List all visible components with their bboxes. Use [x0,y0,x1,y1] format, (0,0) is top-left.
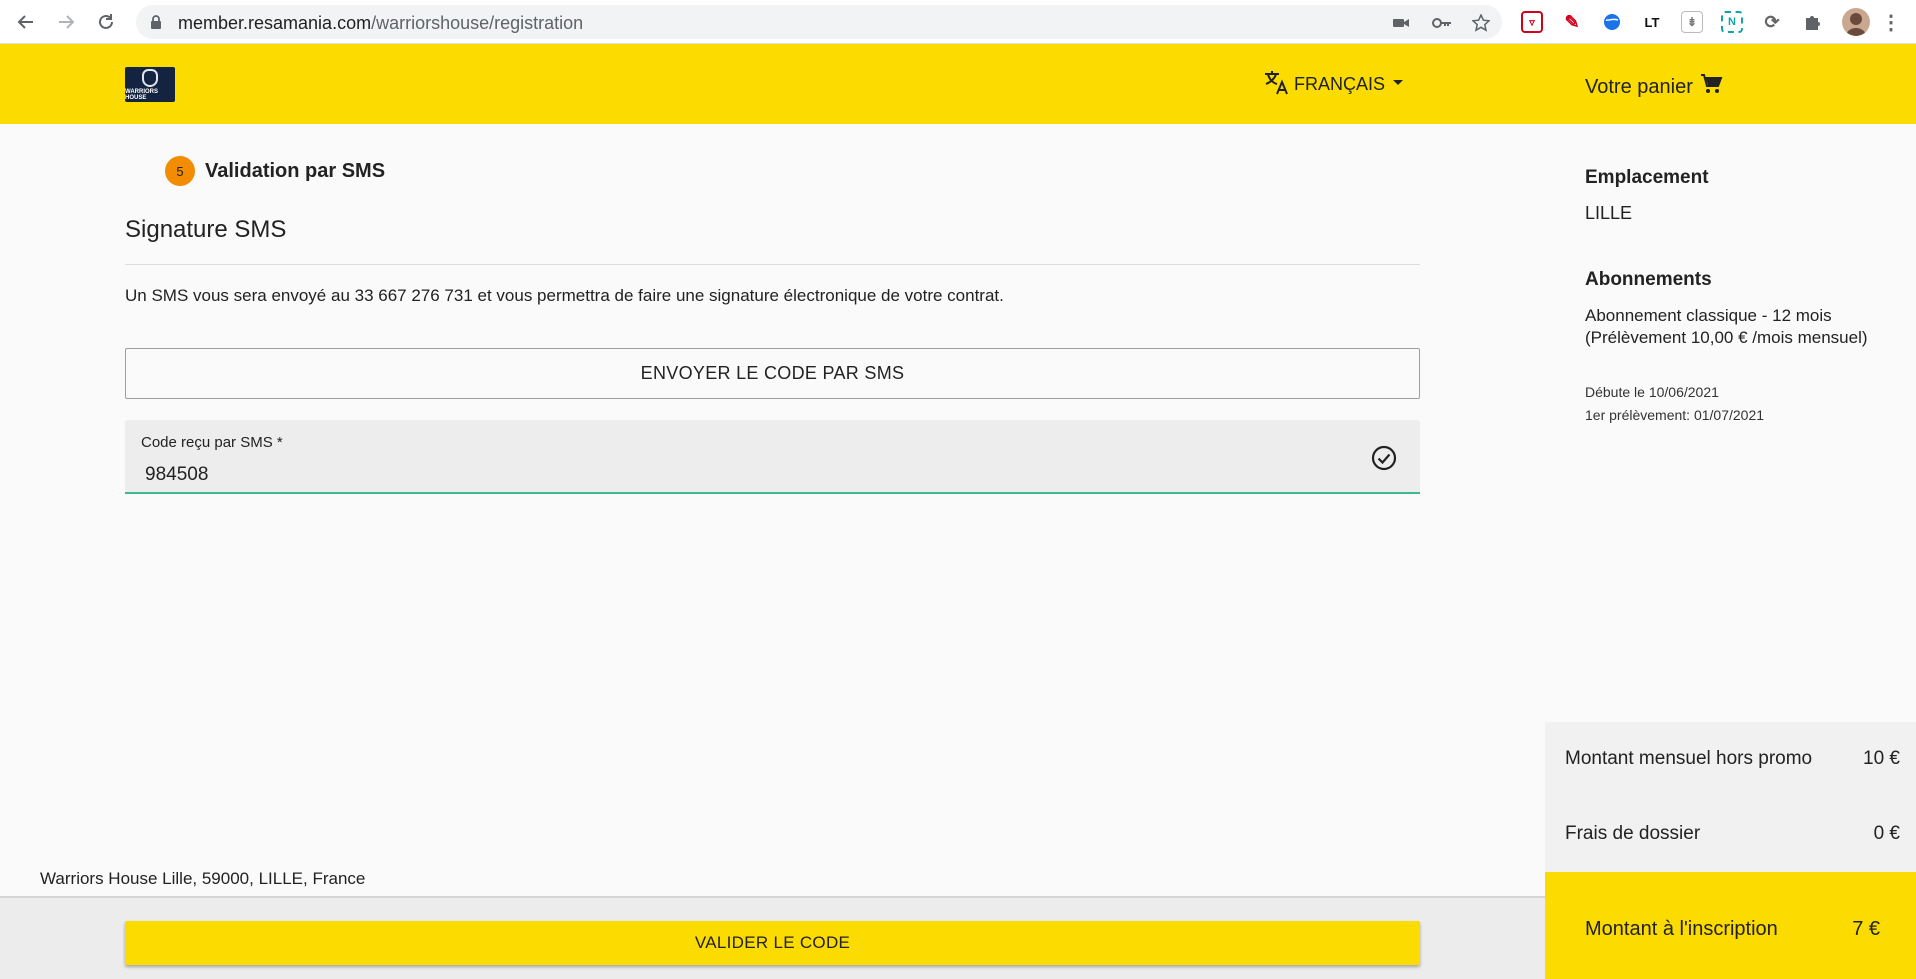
address-bar[interactable]: member.resamania.com/warriorshouse/regis… [136,5,1502,39]
cart-link[interactable]: Votre panier [1585,72,1723,102]
lt-icon[interactable]: LT [1641,11,1663,33]
cart-icon [1699,72,1723,102]
monthly-amount-label: Montant mensuel hors promo [1565,748,1813,769]
menu-dots-icon[interactable]: ⋮ [1880,11,1902,34]
language-selector[interactable]: FRANÇAIS [1263,70,1408,98]
star-icon[interactable] [1471,13,1491,32]
lock-icon[interactable] [150,15,162,34]
pen-icon[interactable]: ✎ [1561,11,1583,33]
url-text: member.resamania.com/warriorshouse/regis… [178,13,584,33]
sms-code-label: Code reçu par SMS * [141,434,283,451]
fees-label: Frais de dossier [1565,823,1701,844]
site-header: WARRIORS HOUSE FRANÇAIS Votre panier [0,44,1916,124]
step-number: 5 [165,156,195,186]
subscriptions-heading: Abonnements [1585,269,1712,290]
browser-toolbar: member.resamania.com/warriorshouse/regis… [0,0,1916,44]
validate-code-button[interactable]: VALIDER LE CODE [125,921,1420,965]
sync-icon[interactable]: ⟳ [1761,11,1783,33]
notion-icon[interactable]: N [1721,11,1743,33]
total-row: Montant à l'inscription 7 € [1585,918,1880,941]
shield-icon [142,68,158,87]
cart-label: Votre panier [1585,75,1693,98]
send-sms-code-button[interactable]: ENVOYER LE CODE PAR SMS [125,348,1420,399]
divider [125,264,1420,265]
caret-down-icon [1388,72,1408,97]
translate-icon [1263,68,1291,101]
globe-icon[interactable] [1601,11,1623,33]
language-label: FRANÇAIS [1294,73,1386,94]
location-heading: Emplacement [1585,167,1709,188]
price-summary [1545,722,1916,872]
camera-icon[interactable] [1392,14,1410,32]
step-indicator: 5 Validation par SMS [165,156,385,186]
step-label: Validation par SMS [205,159,386,182]
warriors-house-logo[interactable]: WARRIORS HOUSE [125,67,175,102]
check-circle-icon [1370,444,1398,477]
club-address: Warriors House Lille, 59000, LILLE, Fran… [40,869,366,888]
subscription-description: Abonnement classique - 12 mois (Prélèvem… [1585,306,1868,347]
sms-code-field[interactable]: Code reçu par SMS * 984508 [125,420,1420,494]
page-title: Signature SMS [125,216,287,243]
puzzle-icon[interactable] [1801,11,1823,33]
monthly-amount-value: 10 € [1863,748,1900,769]
monthly-amount-row: Montant mensuel hors promo 10 € [1565,748,1900,770]
pocket-icon[interactable]: ▿ [1521,11,1543,33]
key-icon[interactable] [1432,14,1451,32]
reload-icon[interactable] [94,10,118,34]
first-payment-date: 1er prélèvement: 01/07/2021 [1585,407,1765,423]
total-value: 7 € [1852,918,1880,940]
fees-value: 0 € [1873,823,1900,844]
subscription-start-date: Débute le 10/06/2021 [1585,384,1719,400]
total-label: Montant à l'inscription [1585,918,1778,940]
fees-row: Frais de dossier 0 € [1565,823,1900,845]
back-arrow-icon[interactable] [14,10,38,34]
location-value: LILLE [1585,203,1633,223]
sms-code-input[interactable]: 984508 [145,464,208,486]
profile-avatar[interactable] [1842,8,1870,36]
bookmark-icon[interactable]: ⇟ [1681,11,1703,33]
forward-arrow-icon[interactable] [54,10,78,34]
sms-info-text: Un SMS vous sera envoyé au 33 667 276 73… [125,286,1004,305]
